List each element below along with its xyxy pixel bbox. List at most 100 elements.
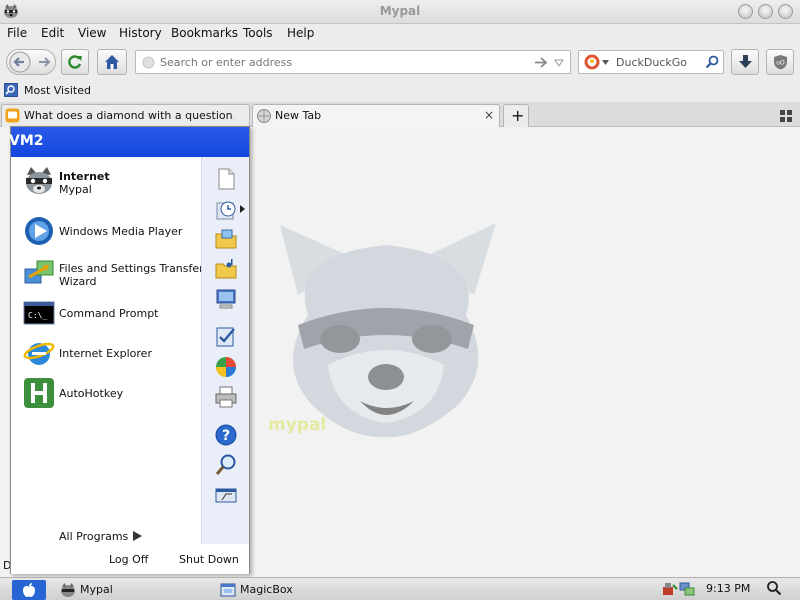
run-icon[interactable] <box>214 483 238 507</box>
tab-label: What does a diamond with a question... <box>24 109 234 122</box>
start-menu-header: VM2 <box>9 127 249 157</box>
printers-icon[interactable] <box>214 385 238 409</box>
maximize-button[interactable] <box>758 4 773 19</box>
most-visited-icon <box>4 83 18 97</box>
navigation-toolbar: Search or enter address DuckDuckGo uO <box>0 44 800 80</box>
clock[interactable]: 9:13 PM <box>706 582 750 595</box>
tab-strip: What does a diamond with a question... N… <box>0 102 800 127</box>
menu-view[interactable]: View <box>78 26 106 40</box>
program-subtitle: Mypal <box>59 183 92 196</box>
globe-favicon-icon <box>257 109 271 123</box>
start-menu-footer: Log Off Shut Down <box>11 544 249 574</box>
home-button[interactable] <box>97 49 127 75</box>
tab-new-tab[interactable]: New Tab × <box>252 104 500 127</box>
ublock-button[interactable]: uO <box>766 49 794 75</box>
search-magnifier-icon[interactable] <box>214 453 238 477</box>
taskbar-item-mypal[interactable]: Mypal <box>60 581 200 599</box>
svg-text:C:\_: C:\_ <box>28 311 47 320</box>
transfer-wizard-icon <box>24 260 54 284</box>
program-title: AutoHotkey <box>59 387 124 400</box>
spotlight-search-icon[interactable] <box>766 580 782 596</box>
program-windows-media-player[interactable]: Windows Media Player <box>21 213 201 249</box>
help-icon[interactable]: ? <box>214 423 238 447</box>
program-command-prompt[interactable]: C:\_ Command Prompt <box>21 295 201 331</box>
forward-arrow-icon[interactable] <box>36 54 52 70</box>
log-off-button[interactable]: Log Off <box>109 553 148 566</box>
back-arrow-icon[interactable] <box>9 51 31 73</box>
svg-text:?: ? <box>222 428 230 444</box>
menu-file[interactable]: File <box>7 26 27 40</box>
title-bar: Mypal <box>0 0 800 24</box>
program-mypal[interactable]: Internet Mypal <box>21 163 201 199</box>
menu-bar: File Edit View History Bookmarks Tools H… <box>0 24 800 44</box>
search-icon[interactable] <box>705 55 719 69</box>
tab-diamond-question[interactable]: What does a diamond with a question... <box>1 104 250 127</box>
program-title: Command Prompt <box>59 307 159 320</box>
svg-text:uO: uO <box>776 60 785 67</box>
submenu-arrow-icon <box>240 205 245 213</box>
raccoon-icon <box>26 167 52 194</box>
all-programs-button[interactable]: All Programs <box>59 529 169 545</box>
music-folder-icon[interactable] <box>214 257 238 281</box>
taskbar: Mypal MagicBox 9:13 PM <box>0 577 800 600</box>
new-tab-button[interactable]: + <box>503 104 529 127</box>
raccoon-logo <box>280 223 496 438</box>
pictures-folder-icon[interactable] <box>214 227 238 251</box>
program-files-settings-transfer[interactable]: Files and Settings Transfer Wizard <box>21 255 204 291</box>
control-panel-icon[interactable] <box>214 325 238 349</box>
taskbar-item-magicbox[interactable]: MagicBox <box>220 581 360 599</box>
program-title: Files and Settings Transfer <box>59 262 204 275</box>
most-visited-bookmark[interactable]: Most Visited <box>24 84 91 97</box>
close-button[interactable] <box>778 4 793 19</box>
download-arrow-icon <box>739 55 752 68</box>
program-subtitle: Wizard <box>59 275 97 288</box>
default-programs-icon[interactable] <box>214 355 238 379</box>
network-icon[interactable] <box>679 581 695 597</box>
program-internet-explorer[interactable]: Internet Explorer <box>21 335 201 371</box>
menu-help[interactable]: Help <box>287 26 314 40</box>
close-tab-icon[interactable]: × <box>484 108 494 122</box>
shut-down-button[interactable]: Shut Down <box>179 553 239 566</box>
go-arrow-icon[interactable] <box>534 56 548 69</box>
reload-button[interactable] <box>61 49 89 75</box>
engine-dropdown-icon[interactable] <box>602 60 609 65</box>
downloads-button[interactable] <box>731 49 759 75</box>
duckduckgo-icon[interactable] <box>584 54 600 70</box>
documents-icon[interactable] <box>214 167 238 191</box>
computer-icon[interactable] <box>214 287 238 311</box>
address-placeholder: Search or enter address <box>160 56 293 69</box>
task-label: Mypal <box>80 583 113 596</box>
address-bar[interactable]: Search or enter address <box>135 50 571 74</box>
program-title: Windows Media Player <box>59 225 183 238</box>
search-bar[interactable]: DuckDuckGo <box>578 50 724 74</box>
start-button[interactable] <box>12 580 46 600</box>
program-title: Internet Explorer <box>59 347 152 360</box>
forum-favicon-icon <box>5 108 20 123</box>
tab-list-icon[interactable] <box>780 110 792 122</box>
media-player-icon <box>25 217 53 245</box>
recent-items-icon[interactable] <box>214 197 238 221</box>
program-autohotkey[interactable]: AutoHotkey <box>21 375 201 411</box>
menu-bookmarks[interactable]: Bookmarks <box>171 26 238 40</box>
window-title: Mypal <box>379 4 421 18</box>
user-name: VM2 <box>9 133 44 149</box>
history-dropdown-icon[interactable] <box>554 59 564 67</box>
task-label: MagicBox <box>240 583 293 596</box>
internet-explorer-icon <box>23 342 55 365</box>
home-icon <box>105 55 119 69</box>
system-places-column: ? <box>201 157 249 544</box>
program-title: Internet <box>59 170 110 183</box>
autohotkey-icon <box>24 378 54 408</box>
minimize-button[interactable] <box>738 4 753 19</box>
menu-history[interactable]: History <box>119 26 162 40</box>
menu-tools[interactable]: Tools <box>243 26 273 40</box>
magicbox-icon <box>220 583 236 597</box>
start-menu: VM2 Internet Mypal Windows Media Player <box>9 126 250 574</box>
menu-edit[interactable]: Edit <box>41 26 64 40</box>
mypal-watermark: mypal <box>268 415 327 435</box>
all-programs-label: All Programs <box>59 530 129 543</box>
apple-logo-icon <box>23 583 35 597</box>
safely-remove-hardware-icon[interactable] <box>662 581 678 597</box>
raccoon-task-icon <box>61 583 75 597</box>
back-forward-group <box>6 49 56 75</box>
